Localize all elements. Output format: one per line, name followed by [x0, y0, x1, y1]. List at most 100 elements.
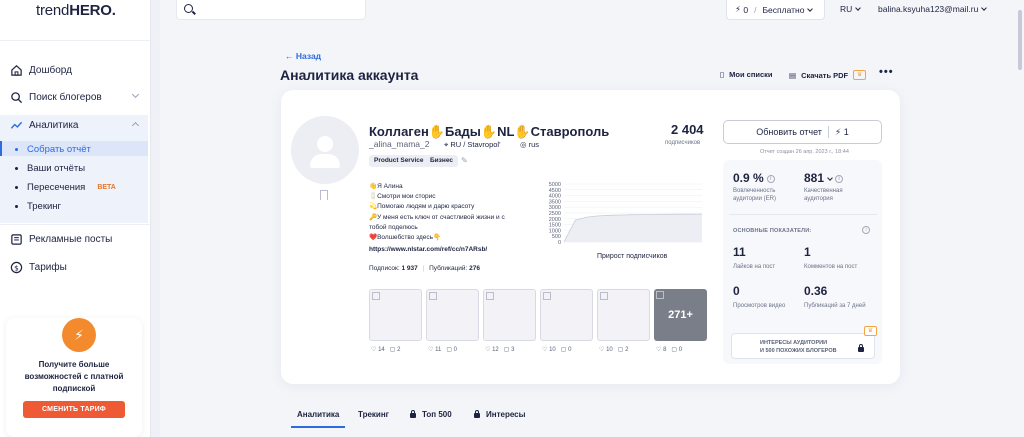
page-title: Аналитика аккаунта [280, 67, 419, 83]
main-metrics-title: ОСНОВНЫЕ ПОКАЗАТЕЛИ: [733, 228, 812, 234]
comment-icon: ▢ [503, 347, 510, 353]
account-bio: 👋Я Алина 🥛Смотри мои сторис 💫Помогаю люд… [369, 182, 519, 243]
post-comments: 2 [625, 347, 629, 353]
comments-per-post-value: 1 [804, 245, 811, 259]
tab-interests[interactable]: Интересы [474, 410, 525, 419]
scrollbar-thumb[interactable] [1018, 10, 1022, 70]
my-lists-button[interactable]: ▯ Мои списки [720, 70, 773, 79]
y-tick-label: 0 [558, 240, 561, 246]
download-pdf-button[interactable]: ▤ Скачать PDF ♛ [789, 70, 867, 80]
followers-count: 2 404 [671, 122, 704, 137]
avatar [291, 116, 359, 184]
language-selector[interactable]: RU [840, 4, 862, 14]
account-handle[interactable]: _alina_mama_2 [369, 139, 429, 149]
bullet-icon [15, 166, 18, 170]
change-tariff-button[interactable]: СМЕНИТЬ ТАРИФ [23, 401, 125, 418]
search-input[interactable] [176, 0, 366, 20]
quality-audience-label: Качественная аудитория [804, 187, 843, 203]
post-likes: 12 [492, 347, 499, 353]
crown-icon: ♛ [864, 326, 877, 336]
bio-line: 🥛Смотри мои сторис [369, 193, 436, 201]
heart-icon: ♡ [599, 347, 605, 353]
heart-icon: ♡ [542, 347, 548, 353]
post-thumbnail[interactable] [483, 289, 536, 341]
heart-icon: ♡ [656, 347, 662, 353]
sidebar-item-ad-posts[interactable]: Рекламные посты [10, 230, 142, 248]
language-label: rus [528, 140, 540, 149]
bullet-icon [15, 204, 18, 208]
pencil-icon[interactable]: ✎ [461, 156, 468, 165]
balance: 0 [743, 4, 749, 15]
sidebar-item-tariffs[interactable]: $ Тарифы [10, 258, 142, 276]
post-likes: 11 [435, 347, 442, 353]
interests-label-line: И 500 ПОХОЖИХ БЛОГЕРОВ [760, 348, 837, 354]
info-icon[interactable]: i [835, 174, 844, 183]
tab-analytics[interactable]: Аналитика [297, 410, 339, 419]
chevron-down-icon [855, 5, 862, 11]
post-comments: 3 [511, 347, 515, 353]
tab-label: Аналитика [297, 410, 340, 419]
bio-link[interactable]: https://www.nlstar.com/ref/cc/n7ARsb/ [369, 246, 487, 253]
post-thumbnail[interactable] [426, 289, 479, 341]
post-thumbnail[interactable] [597, 289, 650, 341]
bookmark-icon: ▯ [720, 70, 725, 79]
tab-label: Топ 500 [422, 410, 452, 419]
bio-line: 🔑У меня есть ключ от счастливой жизни и … [369, 213, 505, 221]
crown-icon: ♛ [853, 70, 867, 80]
quality-value-text: 881 [804, 171, 825, 185]
analytics-icon [10, 121, 23, 129]
info-icon[interactable]: i [766, 174, 775, 183]
sidebar-subitem-my-reports[interactable]: Ваши отчёты [15, 160, 85, 176]
sidebar-item-dashboard[interactable]: Дошборд [10, 61, 142, 79]
post-likes: 14 [378, 347, 385, 353]
lock-icon [858, 344, 864, 352]
logo[interactable]: trendHERO. [36, 2, 116, 19]
post-thumbnail[interactable] [540, 289, 593, 341]
post-thumbnail[interactable] [369, 289, 422, 341]
post-comments: 2 [397, 347, 401, 353]
upgrade-promo: ⚡ Получите больше возможностей с платной… [6, 318, 142, 437]
likes-per-post-label: Лайков на пост [733, 264, 776, 270]
sidebar-subitem-label: Пересечения [27, 181, 86, 193]
sidebar-item-search-bloggers[interactable]: Поиск блогеров [10, 88, 142, 106]
update-report-button[interactable]: Обновить отчет ⚡ 1 [723, 120, 882, 144]
sidebar-item-label: Рекламные посты [29, 233, 113, 245]
location-pin-icon: ⌖ [444, 140, 449, 149]
heart-icon: ♡ [485, 347, 491, 353]
sidebar-item-analytics[interactable]: Аналитика [10, 116, 142, 134]
lock-icon [410, 410, 416, 418]
bookmark-icon[interactable] [320, 190, 328, 200]
heart-icon: ♡ [428, 347, 434, 353]
more-options-button[interactable]: ••• [879, 66, 894, 78]
growth-area [564, 214, 702, 242]
post-comments: 0 [453, 347, 457, 353]
weekly-posts-value: 0.36 [804, 284, 828, 298]
more-posts-tile[interactable]: 271+ [654, 289, 707, 341]
sidebar-subitem-tracking[interactable]: Трекинг [15, 198, 61, 214]
update-report-label: Обновить отчет [756, 127, 822, 137]
sidebar-subitem-create-report[interactable]: Собрать отчёт [15, 141, 91, 157]
sidebar-subitem-intersections[interactable]: Пересечения BETA [15, 179, 116, 195]
info-icon[interactable]: i [862, 226, 870, 234]
interests-label-line: ИНТЕРЕСЫ АУДИТОРИИ [760, 340, 828, 346]
ad-posts-icon [11, 233, 22, 245]
search-icon [11, 91, 23, 103]
back-link[interactable]: ← Назад [285, 51, 321, 61]
sidebar-item-label: Аналитика [29, 119, 79, 131]
separator [827, 126, 829, 138]
user-menu[interactable]: balina.ksyuha123@mail.ru [878, 4, 988, 14]
heart-icon: ♡ [371, 347, 377, 353]
beta-badge: BETA [97, 183, 116, 191]
plan-selector[interactable]: ⚡ 0 / Бесплатно [726, 0, 825, 20]
bio-line: ❤️Волшебство здесь👇 [369, 234, 442, 242]
audience-interests-button[interactable]: ИНТЕРЕСЫ АУДИТОРИИ И 500 ПОХОЖИХ БЛОГЕРО… [731, 333, 875, 359]
followers-growth-svg: 5000450040003500300025002000150010005000 [549, 182, 703, 246]
post-stats: ♡ 10 ▢ 2 [599, 346, 628, 353]
account-counts: Подписок: 1 937 | Публикаций: 276 [369, 265, 480, 272]
post-stats: ♡ 12 ▢ 3 [485, 346, 514, 353]
tab-tracking[interactable]: Трекинг [358, 410, 389, 419]
home-icon [11, 64, 22, 76]
tab-top-500[interactable]: Топ 500 [410, 410, 452, 419]
update-cost: 1 [843, 127, 849, 137]
chevron-down-icon[interactable] [827, 175, 833, 181]
